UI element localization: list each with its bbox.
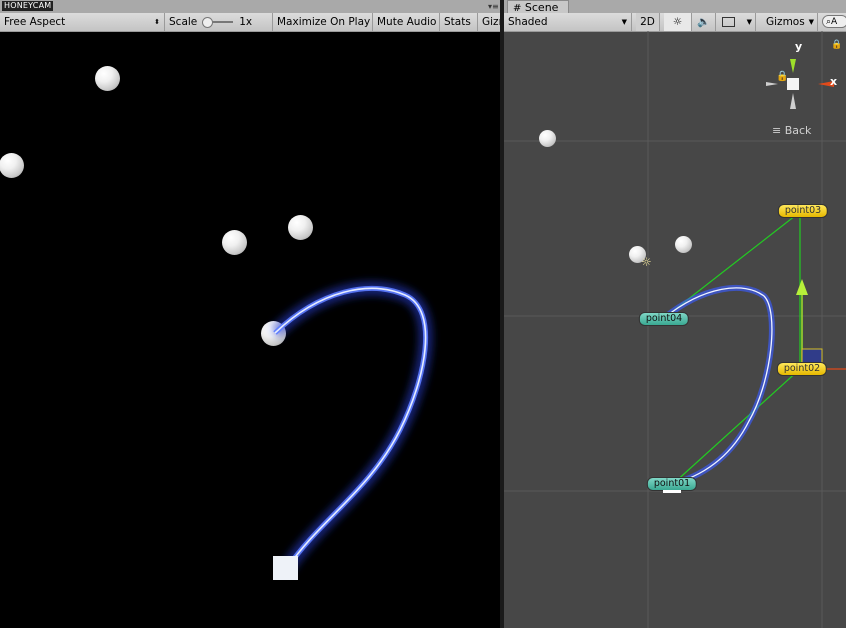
image-icon <box>722 17 735 27</box>
dropdown-arrow-icon: ▼ <box>746 18 752 26</box>
effects-dropdown[interactable]: ▼ <box>718 13 756 31</box>
cube-object[interactable] <box>663 490 681 493</box>
point-label-point02[interactable]: point02 <box>776 362 828 376</box>
mode-2d-toggle[interactable]: 2D <box>636 13 660 31</box>
scene-tab[interactable]: # Scene <box>507 0 570 14</box>
point-label-point01[interactable]: point01 <box>646 477 698 491</box>
search-field[interactable]: ⌕A <box>822 15 846 28</box>
audio-toggle[interactable]: 🔈 <box>692 13 716 31</box>
search-label: A <box>831 17 838 27</box>
scene-toolbar: Shaded ▼ 2D ☼ 🔈 ▼ Gizmos ▼ ⌕A <box>504 13 846 32</box>
lock-icon: 🔒 <box>776 70 788 82</box>
light-icon[interactable]: ☼ <box>641 255 652 269</box>
speaker-icon: 🔈 <box>696 16 711 28</box>
scene-tab-strip: # Scene <box>504 0 846 14</box>
dropdown-arrow-icon: ▼ <box>621 18 627 26</box>
scene-view-panel: # Scene Shaded ▼ 2D ☼ 🔈 ▼ Gizmos ▼ ⌕A ☼ … <box>504 0 846 628</box>
glowing-trail <box>270 281 433 571</box>
scene-gizmos-label: Gizmos <box>766 16 805 28</box>
dropdown-arrow-icon: ▼ <box>808 18 814 26</box>
axis-y-label: y <box>795 40 803 53</box>
axis-x-label: x <box>830 75 838 88</box>
game-view-panel: HONEYCAM ▾≡ Free Aspect ⬍ Scale 1x Maxim… <box>0 0 500 628</box>
sun-icon: ☼ <box>672 16 683 28</box>
menu-icon: ≡ <box>772 124 782 137</box>
shading-mode-dropdown[interactable]: Shaded ▼ <box>504 13 632 31</box>
back-button[interactable]: ≡ Back <box>772 124 811 137</box>
shading-label: Shaded <box>508 16 548 28</box>
lock-icon[interactable]: 🔒 <box>831 40 842 50</box>
sphere-object[interactable] <box>539 130 556 147</box>
lighting-toggle[interactable]: ☼ <box>664 13 692 31</box>
point-label-point03[interactable]: point03 <box>777 204 829 218</box>
back-label: Back <box>784 124 812 137</box>
scene-gizmos-dropdown[interactable]: Gizmos ▼ <box>762 13 818 31</box>
point-label-point04[interactable]: point04 <box>638 312 690 326</box>
sphere-object[interactable] <box>675 236 692 253</box>
cube-object <box>273 556 298 580</box>
